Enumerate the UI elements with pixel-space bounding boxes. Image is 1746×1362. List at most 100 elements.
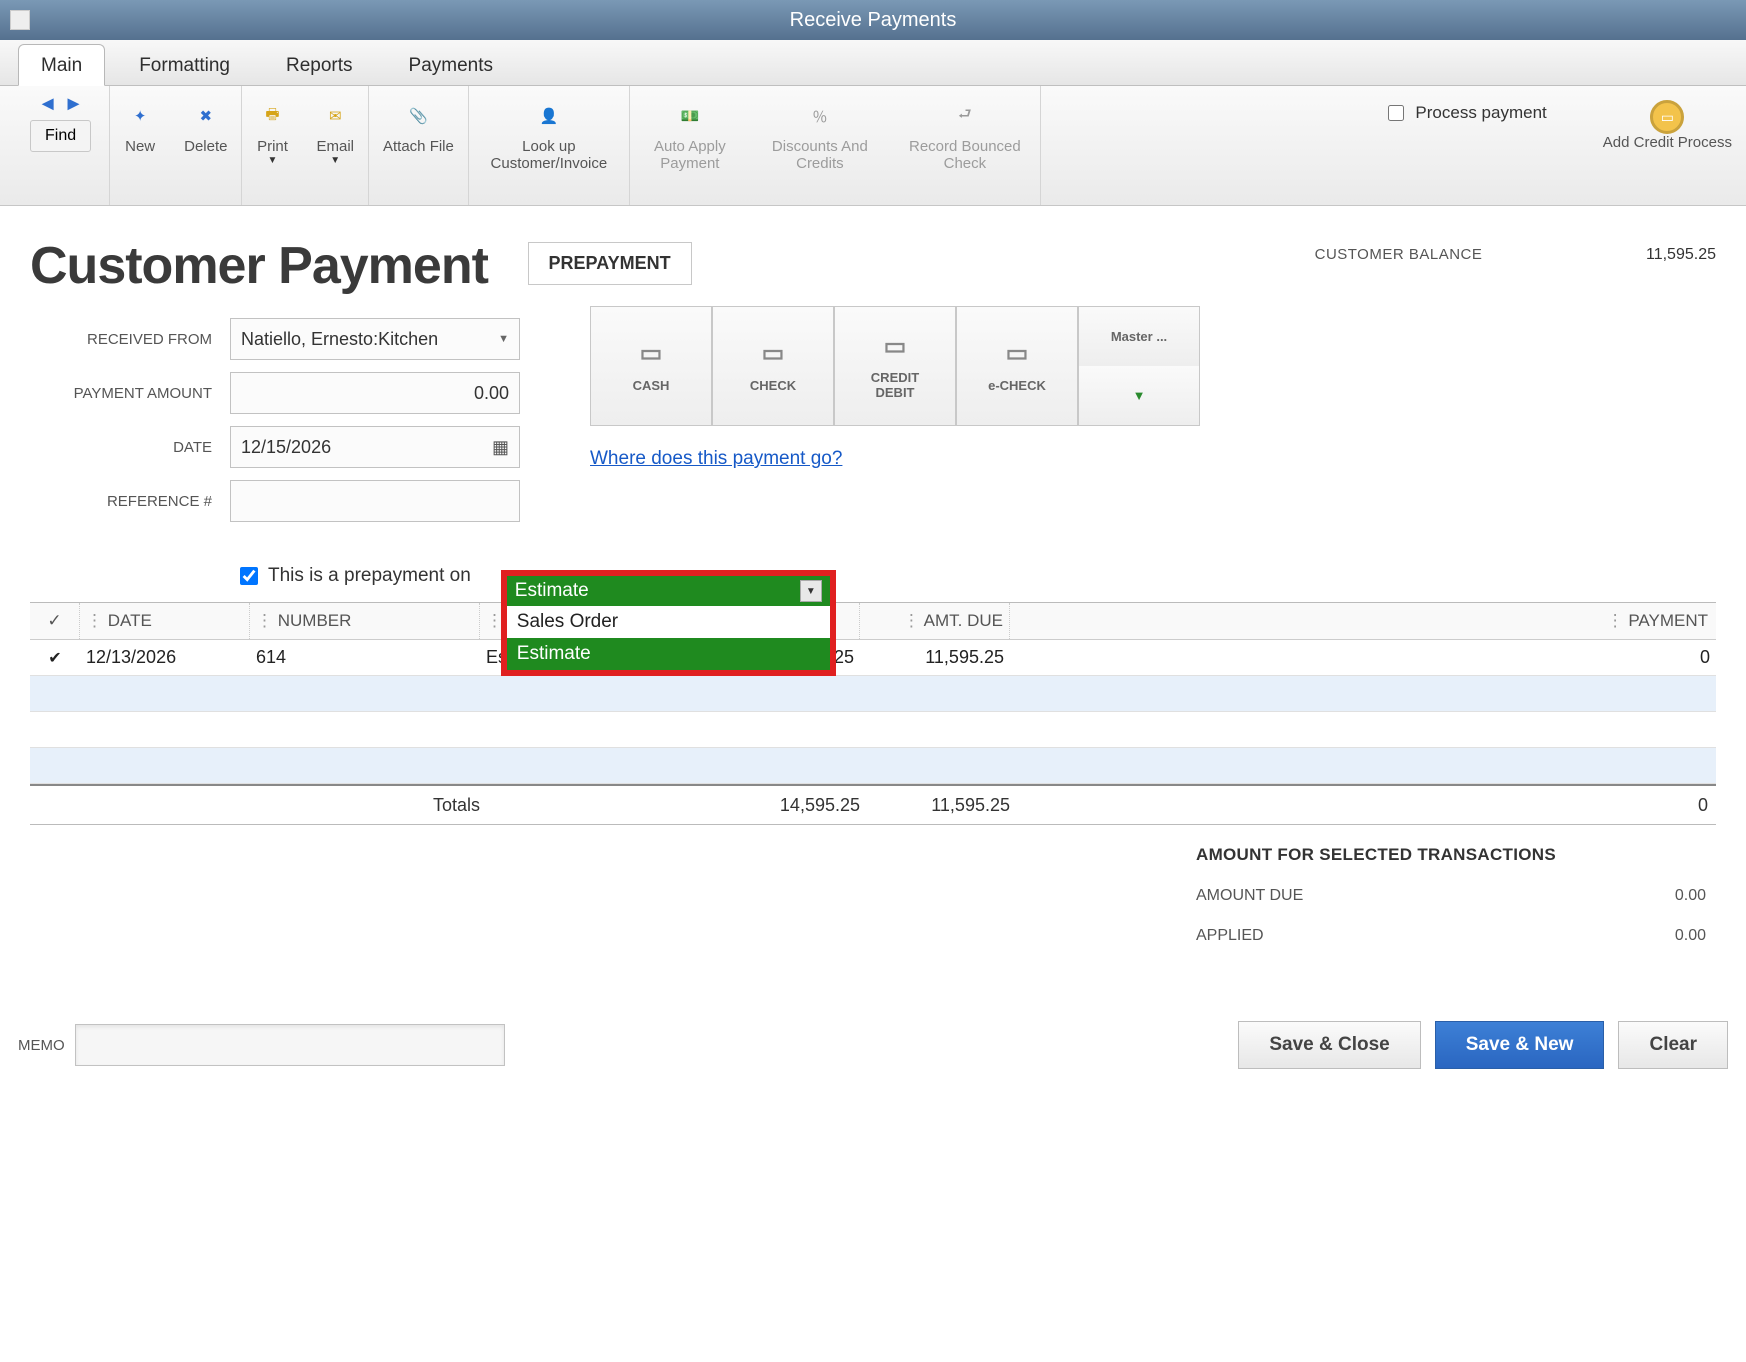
- delete-label: Delete: [184, 138, 227, 155]
- new-button[interactable]: ✦ New: [110, 94, 170, 161]
- where-does-payment-go-link[interactable]: Where does this payment go?: [590, 448, 842, 469]
- delete-button[interactable]: ✖ Delete: [170, 94, 241, 161]
- totals-payment: 0: [1010, 795, 1716, 816]
- email-button[interactable]: ✉ Email ▼: [302, 94, 368, 172]
- tab-formatting[interactable]: Formatting: [117, 45, 252, 85]
- reference-label: REFERENCE #: [30, 493, 230, 510]
- summary-amount-due-label: AMOUNT DUE: [1196, 887, 1303, 905]
- echeck-icon: ▭: [1006, 340, 1029, 368]
- prepayment-badge: PREPAYMENT: [528, 242, 692, 285]
- prepayment-type-dropdown[interactable]: Estimate ▼ Sales Order Estimate: [501, 570, 836, 676]
- payment-amount-value: 0.00: [474, 383, 509, 404]
- delete-icon: ✖: [190, 100, 222, 132]
- summary-applied-label: APPLIED: [1196, 927, 1264, 945]
- debit-label: DEBIT: [876, 385, 915, 400]
- email-dropdown-caret-icon[interactable]: ▼: [330, 155, 340, 166]
- discounts-credits-button: ％ Discounts And Credits: [750, 94, 890, 178]
- payment-method-cash[interactable]: ▭ CASH: [590, 306, 712, 426]
- discounts-icon: ％: [804, 100, 836, 132]
- lookup-customer-button[interactable]: 👤 Look up Customer/Invoice: [469, 94, 629, 178]
- summary-title: AMOUNT FOR SELECTED TRANSACTIONS: [1196, 845, 1706, 865]
- table-row[interactable]: ✔ 12/13/2026 614 Estimate 25 11,595.25 0: [30, 640, 1716, 676]
- window-system-icon[interactable]: [10, 10, 30, 30]
- date-label: DATE: [30, 439, 230, 456]
- payment-method-check[interactable]: ▭ CHECK: [712, 306, 834, 426]
- memo-input[interactable]: [75, 1024, 505, 1066]
- selected-transactions-summary: AMOUNT FOR SELECTED TRANSACTIONS AMOUNT …: [1186, 845, 1716, 965]
- row-checkmark[interactable]: ✔: [30, 648, 80, 668]
- print-label: Print: [257, 138, 288, 155]
- row-number: 614: [250, 647, 480, 668]
- tab-main[interactable]: Main: [18, 44, 105, 86]
- add-credit-process-button[interactable]: ▭ Add Credit Process: [1589, 94, 1746, 157]
- table-row-empty: [30, 748, 1716, 784]
- reference-input[interactable]: [230, 480, 520, 522]
- payment-method-master[interactable]: Master ...: [1078, 306, 1200, 366]
- dropdown-selected-value: Estimate: [515, 580, 589, 602]
- received-from-select[interactable]: Natiello, Ernesto:Kitchen: [230, 318, 520, 360]
- check-method-icon: ▭: [762, 340, 785, 368]
- more-methods-dropdown[interactable]: ▼: [1078, 366, 1200, 426]
- ribbon-toolbar: ◄ ► Find ✦ New ✖ Delete 🖶 Print ▼: [0, 86, 1746, 206]
- calendar-icon[interactable]: ▦: [492, 437, 509, 458]
- tab-reports[interactable]: Reports: [264, 45, 375, 85]
- ribbon-tabstrip: Main Formatting Reports Payments: [0, 40, 1746, 86]
- th-payment[interactable]: ⋮ PAYMENT: [1010, 603, 1716, 639]
- footer: MEMO Save & Close Save & New Clear: [0, 1015, 1746, 1149]
- envelope-icon: ✉: [319, 100, 351, 132]
- print-button[interactable]: 🖶 Print ▼: [242, 94, 302, 172]
- invoice-table: ✓ ⋮ DATE ⋮ NUMBER ⋮ TYPE ⋮ AMT. DUE ⋮ PA…: [30, 602, 1716, 825]
- save-and-close-button[interactable]: Save & Close: [1238, 1021, 1420, 1069]
- summary-applied-value: 0.00: [1675, 927, 1706, 945]
- received-from-label: RECEIVED FROM: [87, 331, 212, 348]
- email-label: Email: [316, 138, 354, 155]
- process-payment-label: Process payment: [1415, 103, 1546, 123]
- save-and-new-button[interactable]: Save & New: [1435, 1021, 1605, 1069]
- received-from-value: Natiello, Ernesto:Kitchen: [241, 329, 438, 350]
- attach-file-button[interactable]: 📎 Attach File: [369, 94, 468, 161]
- th-amt-due[interactable]: ⋮ AMT. DUE: [860, 603, 1010, 639]
- dropdown-caret-icon[interactable]: ▼: [800, 580, 822, 602]
- tab-payments[interactable]: Payments: [387, 45, 515, 85]
- th-check: ✓: [30, 603, 80, 639]
- prepayment-checkbox[interactable]: [240, 567, 258, 585]
- credit-card-circle-icon: ▭: [1650, 100, 1684, 134]
- dropdown-option-sales-order[interactable]: Sales Order: [507, 606, 830, 638]
- find-button[interactable]: Find: [30, 120, 91, 152]
- table-row-empty: [30, 712, 1716, 748]
- auto-apply-icon: 💵: [674, 100, 706, 132]
- th-number[interactable]: ⋮ NUMBER: [250, 603, 480, 639]
- table-row-empty: [30, 676, 1716, 712]
- check-label: CHECK: [750, 378, 796, 393]
- print-dropdown-caret-icon[interactable]: ▼: [268, 155, 278, 166]
- printer-icon: 🖶: [256, 100, 288, 132]
- row-date: 12/13/2026: [80, 647, 250, 668]
- record-bounced-check-button: ⮐ Record Bounced Check: [890, 94, 1040, 178]
- title-bar: Receive Payments: [0, 0, 1746, 40]
- process-payment-checkbox-input[interactable]: [1388, 105, 1404, 121]
- row-amt-due: 11,595.25: [860, 647, 1010, 668]
- cash-label: CASH: [633, 378, 670, 393]
- th-date[interactable]: ⋮ DATE: [80, 603, 250, 639]
- date-value: 12/15/2026: [241, 437, 331, 458]
- payment-method-credit-debit[interactable]: ▭ CREDIT DEBIT: [834, 306, 956, 426]
- process-payment-checkbox[interactable]: Process payment: [1364, 94, 1558, 124]
- row-payment[interactable]: 0: [1010, 647, 1716, 668]
- credit-label: CREDIT: [871, 370, 919, 385]
- new-label: New: [125, 138, 155, 155]
- clear-button[interactable]: Clear: [1618, 1021, 1728, 1069]
- prepayment-checkbox-label: This is a prepayment on: [268, 565, 471, 587]
- totals-label: Totals: [250, 795, 480, 816]
- auto-apply-payment-button: 💵 Auto Apply Payment: [630, 94, 750, 178]
- payment-amount-input[interactable]: 0.00: [230, 372, 520, 414]
- bounced-label: Record Bounced Check: [904, 138, 1026, 172]
- nav-prev-icon[interactable]: ◄: [38, 94, 58, 114]
- chevron-down-icon: ▼: [1133, 388, 1146, 403]
- dropdown-option-estimate[interactable]: Estimate: [507, 638, 830, 670]
- nav-next-icon[interactable]: ►: [64, 94, 84, 114]
- totals-amt-due: 11,595.25: [860, 795, 1010, 816]
- dropdown-selected-row[interactable]: Estimate ▼: [507, 576, 830, 606]
- date-input[interactable]: 12/15/2026 ▦: [230, 426, 520, 468]
- lookup-label: Look up Customer/Invoice: [483, 138, 615, 172]
- payment-method-echeck[interactable]: ▭ e-CHECK: [956, 306, 1078, 426]
